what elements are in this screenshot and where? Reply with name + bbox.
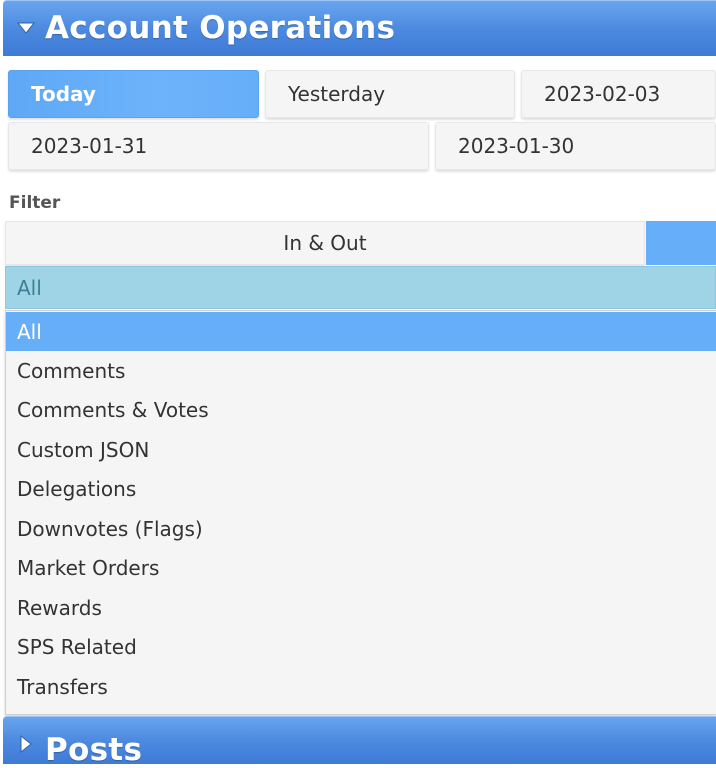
- triangle-right-icon: [15, 733, 37, 755]
- date-button-2023-01-30[interactable]: 2023-01-30: [435, 122, 716, 170]
- filter-label: Filter: [9, 193, 61, 213]
- date-button-2023-02-03[interactable]: 2023-02-03: [521, 70, 716, 118]
- panel-title: Account Operations: [45, 10, 396, 46]
- triangle-down-icon: [15, 17, 37, 39]
- dropdown-option-market-orders[interactable]: Market Orders: [6, 548, 716, 587]
- dropdown-option-downvotes[interactable]: Downvotes (Flags): [6, 509, 716, 548]
- dropdown-option-comments[interactable]: Comments: [6, 351, 716, 390]
- dropdown-option-transfers[interactable]: Transfers: [6, 667, 716, 706]
- account-operations-header[interactable]: Account Operations: [3, 0, 716, 56]
- panel-title: Posts: [45, 732, 143, 768]
- operation-type-dropdown: All Comments Comments & Votes Custom JSO…: [5, 310, 716, 715]
- dropdown-option-comments-votes[interactable]: Comments & Votes: [6, 390, 716, 429]
- dropdown-option-custom-json[interactable]: Custom JSON: [6, 430, 716, 469]
- dropdown-option-sps-related[interactable]: SPS Related: [6, 627, 716, 666]
- dropdown-option-rewards[interactable]: Rewards: [6, 588, 716, 627]
- date-button-today[interactable]: Today: [8, 70, 259, 118]
- direction-option-button[interactable]: [646, 221, 716, 265]
- date-button-2023-01-31[interactable]: 2023-01-31: [8, 122, 429, 170]
- dropdown-option-delegations[interactable]: Delegations: [6, 469, 716, 508]
- operation-type-select[interactable]: All: [5, 266, 716, 309]
- dropdown-option-all[interactable]: All: [6, 312, 716, 351]
- posts-header[interactable]: Posts: [3, 716, 716, 768]
- direction-in-out-button[interactable]: In & Out: [5, 221, 645, 265]
- date-button-yesterday[interactable]: Yesterday: [265, 70, 515, 118]
